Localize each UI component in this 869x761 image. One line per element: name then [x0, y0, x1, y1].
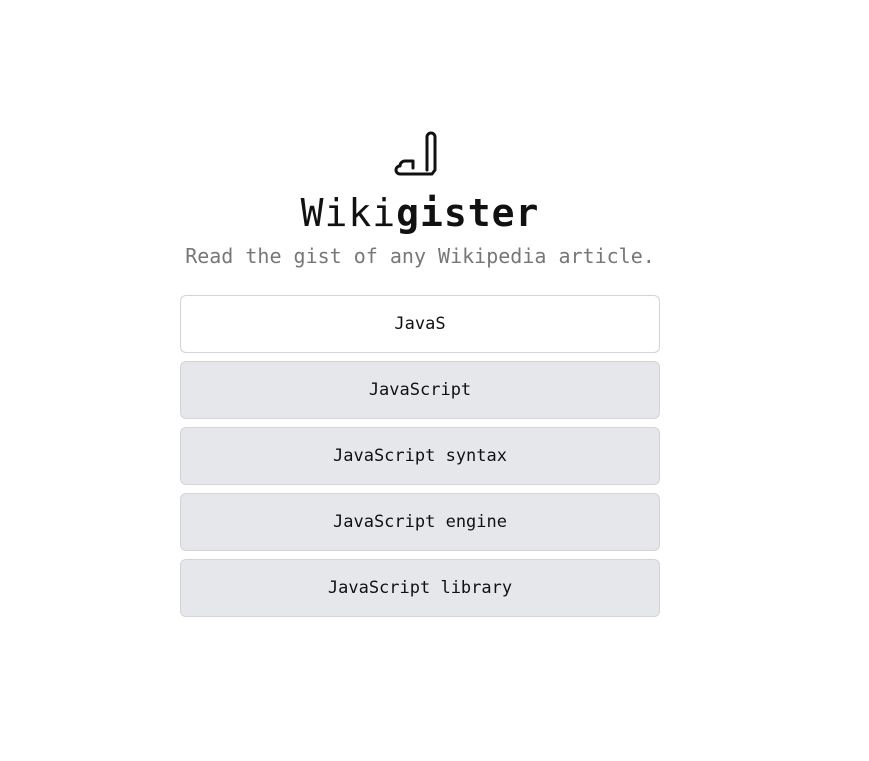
suggestion-item[interactable]: JavaScript: [180, 361, 660, 419]
app-title-prefix: Wiki: [300, 191, 397, 235]
suggestion-item[interactable]: JavaScript syntax: [180, 427, 660, 485]
app-title-suffix: gister: [396, 191, 540, 235]
pen-scroll-icon: [394, 128, 444, 178]
tagline: Read the gist of any Wikipedia article.: [185, 244, 655, 268]
suggestion-item[interactable]: JavaScript engine: [180, 493, 660, 551]
suggestion-item[interactable]: JavaScript library: [180, 559, 660, 617]
app-title: Wikigister: [0, 190, 840, 236]
search-input[interactable]: [180, 295, 660, 353]
suggestion-list: JavaScript JavaScript syntax JavaScript …: [180, 361, 660, 625]
